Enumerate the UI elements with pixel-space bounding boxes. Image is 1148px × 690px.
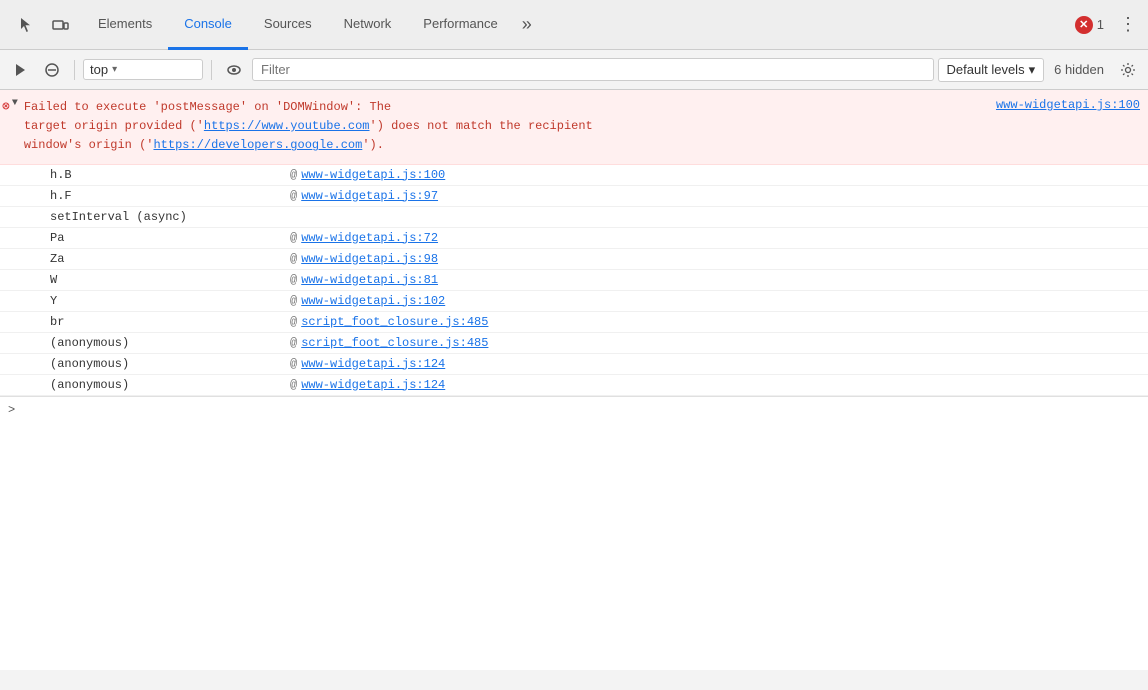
tab-network[interactable]: Network <box>328 0 408 50</box>
tab-elements[interactable]: Elements <box>82 0 168 50</box>
stack-row: Za @ www-widgetapi.js:98 <box>0 249 1148 270</box>
stack-at: @ <box>290 294 297 308</box>
stack-row: (anonymous) @ www-widgetapi.js:124 <box>0 375 1148 396</box>
stack-at: @ <box>290 357 297 371</box>
devtools-menu-btn[interactable]: ⋮ <box>1112 9 1144 41</box>
error-message: Failed to execute 'postMessage' on 'DOMW… <box>24 94 988 160</box>
error-badge[interactable]: ✕ 1 <box>1067 14 1112 36</box>
context-value: top <box>90 62 108 77</box>
stack-fn: Pa <box>50 231 290 245</box>
error-source-link[interactable]: www-widgetapi.js:100 <box>988 94 1148 116</box>
levels-arrow-icon: ▾ <box>1029 62 1036 78</box>
stack-row: h.F @ www-widgetapi.js:97 <box>0 186 1148 207</box>
stack-row: W @ www-widgetapi.js:81 <box>0 270 1148 291</box>
error-expand-area: ⊗ ▼ <box>0 94 24 118</box>
context-arrow-icon: ▾ <box>112 64 117 75</box>
stack-fn: h.B <box>50 168 290 182</box>
stack-row: Y @ www-widgetapi.js:102 <box>0 291 1148 312</box>
youtube-link[interactable]: https://www.youtube.com <box>204 119 370 133</box>
stack-link-0[interactable]: www-widgetapi.js:100 <box>301 168 445 182</box>
error-icon: ⊗ <box>2 99 10 114</box>
stack-row: h.B @ www-widgetapi.js:100 <box>0 165 1148 186</box>
error-x: ✕ <box>1079 18 1088 31</box>
stack-link-10[interactable]: www-widgetapi.js:124 <box>301 378 445 392</box>
google-link[interactable]: https://developers.google.com <box>153 138 362 152</box>
toolbar-divider-1 <box>74 60 75 80</box>
stack-at: @ <box>290 315 297 329</box>
stack-fn: Za <box>50 252 290 266</box>
tab-bar-left-icons <box>4 11 82 39</box>
toolbar-divider-2 <box>211 60 212 80</box>
stack-fn: Y <box>50 294 290 308</box>
stack-link-1[interactable]: www-widgetapi.js:97 <box>301 189 438 203</box>
context-selector[interactable]: top ▾ <box>83 59 203 80</box>
hidden-count: 6 hidden <box>1048 62 1110 77</box>
error-count: 1 <box>1097 17 1104 32</box>
stack-at: @ <box>290 189 297 203</box>
stack-fn: (anonymous) <box>50 378 290 392</box>
clear-console-btn[interactable] <box>38 56 66 84</box>
stack-row: (anonymous) @ script_foot_closure.js:485 <box>0 333 1148 354</box>
stack-fn: br <box>50 315 290 329</box>
stack-link-4[interactable]: www-widgetapi.js:98 <box>301 252 438 266</box>
stack-at: @ <box>290 168 297 182</box>
stack-link-8[interactable]: script_foot_closure.js:485 <box>301 336 488 350</box>
stack-link-5[interactable]: www-widgetapi.js:81 <box>301 273 438 287</box>
stack-at: @ <box>290 231 297 245</box>
stack-link-9[interactable]: www-widgetapi.js:124 <box>301 357 445 371</box>
more-tabs-btn[interactable]: » <box>514 0 540 50</box>
stack-link-6[interactable]: www-widgetapi.js:102 <box>301 294 445 308</box>
stack-fn: W <box>50 273 290 287</box>
stack-fn: setInterval (async) <box>50 210 290 224</box>
stack-row: (anonymous) @ www-widgetapi.js:124 <box>0 354 1148 375</box>
console-settings-btn[interactable] <box>1114 56 1142 84</box>
console-output: ⊗ ▼ Failed to execute 'postMessage' on '… <box>0 90 1148 670</box>
eye-btn[interactable] <box>220 56 248 84</box>
filter-input[interactable] <box>252 58 934 81</box>
tab-console[interactable]: Console <box>168 0 248 50</box>
stack-at: @ <box>290 378 297 392</box>
console-toolbar: top ▾ Default levels ▾ 6 hidden <box>0 50 1148 90</box>
stack-row: setInterval (async) <box>0 207 1148 228</box>
tab-bar: Elements Console Sources Network Perform… <box>0 0 1148 50</box>
stack-fn: h.F <box>50 189 290 203</box>
stack-row: Pa @ www-widgetapi.js:72 <box>0 228 1148 249</box>
console-prompt[interactable]: > <box>0 396 1148 423</box>
stack-at: @ <box>290 252 297 266</box>
cursor-icon-btn[interactable] <box>12 11 40 39</box>
error-entry: ⊗ ▼ Failed to execute 'postMessage' on '… <box>0 90 1148 165</box>
menu-dots-icon: ⋮ <box>1119 14 1137 35</box>
stack-row: br @ script_foot_closure.js:485 <box>0 312 1148 333</box>
tab-sources[interactable]: Sources <box>248 0 328 50</box>
levels-label: Default levels <box>947 62 1025 77</box>
stack-at: @ <box>290 273 297 287</box>
device-toggle-btn[interactable] <box>46 11 74 39</box>
prompt-symbol: > <box>8 403 15 417</box>
stack-at: @ <box>290 336 297 350</box>
stack-fn: (anonymous) <box>50 357 290 371</box>
stack-link-7[interactable]: script_foot_closure.js:485 <box>301 315 488 329</box>
stack-frames: h.B @ www-widgetapi.js:100 h.F @ www-wid… <box>0 165 1148 396</box>
expand-arrow[interactable]: ▼ <box>12 98 18 109</box>
execute-btn[interactable] <box>6 56 34 84</box>
stack-fn: (anonymous) <box>50 336 290 350</box>
error-circle: ✕ <box>1075 16 1093 34</box>
levels-dropdown[interactable]: Default levels ▾ <box>938 58 1045 82</box>
tab-performance[interactable]: Performance <box>407 0 513 50</box>
stack-link-3[interactable]: www-widgetapi.js:72 <box>301 231 438 245</box>
